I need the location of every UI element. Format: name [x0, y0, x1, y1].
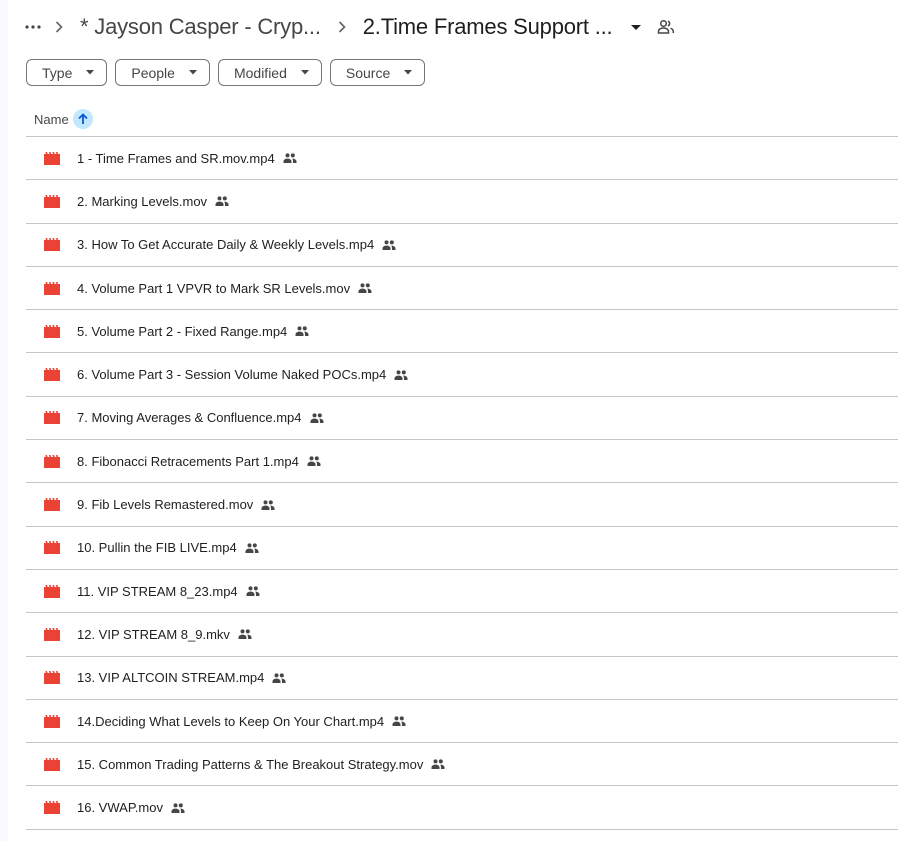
file-name: 16. VWAP.mov	[77, 800, 163, 816]
caret-down-icon	[86, 70, 95, 75]
video-file-icon	[44, 151, 60, 165]
video-file-icon	[44, 454, 60, 468]
file-row[interactable]: 5. Volume Part 2 - Fixed Range.mp4	[26, 310, 898, 354]
file-row[interactable]: 4. Volume Part 1 VPVR to Mark SR Levels.…	[26, 267, 898, 311]
file-row[interactable]: 1 - Time Frames and SR.mov.mp4	[26, 137, 898, 181]
filter-label: Modified	[233, 64, 287, 81]
video-file-icon	[44, 714, 60, 728]
video-file-icon	[44, 281, 60, 295]
chevron-right-icon	[44, 20, 74, 34]
filter-label: Source	[345, 64, 391, 81]
shared-people-icon	[272, 670, 288, 686]
filter-label: Type	[42, 64, 73, 81]
file-name: 15. Common Trading Patterns & The Breako…	[77, 756, 424, 772]
breadcrumb: * Jayson Casper - Cryp... 2.Time Frames …	[22, 10, 678, 44]
filter-type[interactable]: Type	[26, 59, 108, 86]
file-row[interactable]: 16. VWAP.mov	[26, 786, 898, 830]
video-file-icon	[44, 194, 60, 208]
shared-people-icon	[171, 800, 187, 816]
filter-label: People	[131, 64, 175, 81]
column-name-header[interactable]: Name	[34, 112, 69, 127]
file-name: 10. Pullin the FIB LIVE.mp4	[77, 540, 237, 556]
shared-people-icon	[310, 410, 326, 426]
file-name: 12. VIP STREAM 8_9.mkv	[77, 626, 230, 642]
file-name: 11. VIP STREAM 8_23.mp4	[77, 583, 238, 599]
file-name: 4. Volume Part 1 VPVR to Mark SR Levels.…	[77, 280, 351, 296]
column-header: Name	[26, 102, 898, 137]
video-file-icon	[44, 541, 60, 555]
filter-source[interactable]: Source	[329, 59, 426, 86]
file-name: 3. How To Get Accurate Daily & Weekly Le…	[77, 237, 375, 253]
file-row[interactable]: 9. Fib Levels Remastered.mov	[26, 483, 898, 527]
shared-people-icon	[307, 453, 323, 469]
shared-people-icon	[295, 323, 311, 339]
file-row[interactable]: 7. Moving Averages & Confluence.mp4	[26, 397, 898, 441]
file-name: 7. Moving Averages & Confluence.mp4	[77, 410, 302, 426]
chevron-right-icon	[327, 20, 357, 34]
file-name: 13. VIP ALTCOIN STREAM.mp4	[77, 670, 265, 686]
file-row[interactable]: 10. Pullin the FIB LIVE.mp4	[26, 527, 898, 570]
shared-people-icon	[392, 713, 408, 729]
video-file-icon	[44, 671, 60, 685]
filter-people[interactable]: People	[115, 59, 210, 86]
file-name: 2. Marking Levels.mov	[77, 193, 208, 209]
arrow-drop-down-icon[interactable]	[624, 15, 648, 39]
file-name: 9. Fib Levels Remastered.mov	[77, 497, 254, 513]
shared-people-icon	[431, 756, 447, 772]
shared-people-icon	[261, 497, 277, 513]
file-name: 8. Fibonacci Retracements Part 1.mp4	[77, 453, 299, 469]
filter-modified[interactable]: Modified	[217, 59, 322, 86]
video-file-icon	[44, 757, 60, 771]
shared-people-icon	[283, 150, 299, 166]
more-horiz-icon[interactable]	[22, 16, 44, 38]
shared-people-icon	[238, 626, 254, 642]
file-name: 6. Volume Part 3 - Session Volume Naked …	[77, 367, 387, 383]
shared-people-icon	[358, 280, 374, 296]
file-row[interactable]: 3. How To Get Accurate Daily & Weekly Le…	[26, 224, 898, 267]
caret-down-icon	[404, 70, 413, 75]
file-row[interactable]: 14.Deciding What Levels to Keep On Your …	[26, 700, 898, 744]
shared-people-icon	[246, 583, 262, 599]
shared-people-icon	[245, 540, 261, 556]
breadcrumb-current-folder[interactable]: 2.Time Frames Support ...	[357, 14, 619, 40]
file-name: 1 - Time Frames and SR.mov.mp4	[77, 150, 275, 166]
video-file-icon	[44, 324, 60, 338]
arrow-upward-icon[interactable]	[72, 109, 93, 129]
shared-people-icon	[215, 193, 231, 209]
video-file-icon	[44, 801, 60, 815]
shared-people-icon	[382, 237, 398, 253]
shared-people-icon	[394, 367, 410, 383]
video-file-icon	[44, 368, 60, 382]
file-row[interactable]: 2. Marking Levels.mov	[26, 180, 898, 224]
video-file-icon	[44, 411, 60, 425]
file-name: 5. Volume Part 2 - Fixed Range.mp4	[77, 323, 288, 339]
file-row[interactable]: 13. VIP ALTCOIN STREAM.mp4	[26, 657, 898, 700]
shared-folder-people-icon[interactable]	[654, 15, 678, 39]
video-file-icon	[44, 498, 60, 512]
file-row[interactable]: 12. VIP STREAM 8_9.mkv	[26, 613, 898, 657]
breadcrumb-parent-folder[interactable]: * Jayson Casper - Cryp...	[74, 14, 327, 40]
caret-down-icon	[300, 70, 309, 75]
video-file-icon	[44, 238, 60, 252]
file-row[interactable]: 6. Volume Part 3 - Session Volume Naked …	[26, 353, 898, 397]
sidebar-edge	[0, 0, 8, 841]
file-row[interactable]: 15. Common Trading Patterns & The Breako…	[26, 743, 898, 787]
file-row[interactable]: 8. Fibonacci Retracements Part 1.mp4	[26, 440, 898, 484]
file-name: 14.Deciding What Levels to Keep On Your …	[77, 713, 385, 729]
caret-down-icon	[188, 70, 197, 75]
file-list: 1 - Time Frames and SR.mov.mp4 2. Marking…	[26, 137, 898, 830]
filter-bar: Type People Modified Source	[26, 59, 426, 86]
video-file-icon	[44, 627, 60, 641]
video-file-icon	[44, 584, 60, 598]
file-row[interactable]: 11. VIP STREAM 8_23.mp4	[26, 570, 898, 614]
